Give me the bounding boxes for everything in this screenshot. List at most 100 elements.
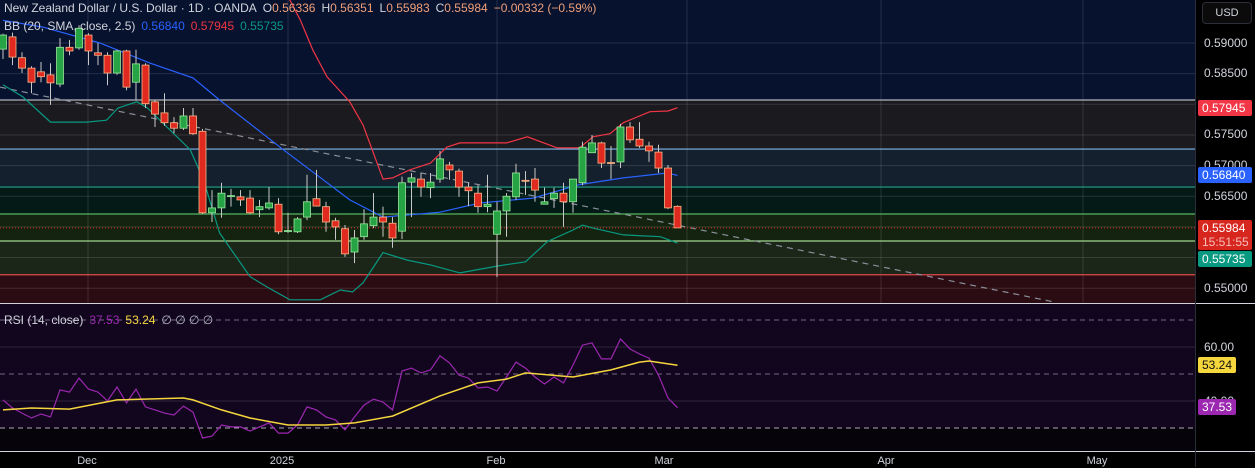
last-price: 0.55984 xyxy=(1202,221,1246,235)
price-zones xyxy=(0,100,1195,303)
candle-body xyxy=(369,216,378,227)
candle-body xyxy=(455,170,463,188)
candle-body xyxy=(227,195,235,198)
rsi-value: 37.53 xyxy=(89,313,120,327)
candle-body xyxy=(141,64,150,105)
candle-body xyxy=(445,164,454,171)
price-tick: 0.56500 xyxy=(1204,189,1248,203)
candle-body xyxy=(512,172,520,198)
candle xyxy=(198,128,207,215)
rsi-badge: 37.53 xyxy=(1198,399,1236,415)
candle-body xyxy=(312,198,321,207)
candle-body xyxy=(635,138,644,147)
candle-body xyxy=(417,178,425,188)
rsi-extra-values: ∅ ∅ ∅ ∅ xyxy=(161,313,214,327)
candle-body xyxy=(198,130,207,214)
candle-body xyxy=(398,182,406,232)
time-label: May xyxy=(1086,455,1108,467)
candle-body xyxy=(27,67,36,83)
rsi-label[interactable]: RSI (14, close) xyxy=(4,313,83,327)
candle-body xyxy=(664,167,672,209)
candle-body xyxy=(626,126,634,141)
symbol-title[interactable]: New Zealand Dollar / U.S. Dollar · 1D · … xyxy=(4,1,257,15)
candle-body xyxy=(645,145,653,152)
high-value: 0.56351 xyxy=(330,1,374,15)
candle-body xyxy=(493,210,501,235)
candle-body xyxy=(350,237,359,253)
axis-divider xyxy=(1196,303,1255,304)
candle-body xyxy=(569,178,577,203)
candle-body xyxy=(303,201,311,218)
change-value: −0.00332 (−0.59%) xyxy=(493,1,597,15)
candle-body xyxy=(170,122,178,129)
candle-body xyxy=(379,216,387,223)
candle xyxy=(113,49,121,75)
time-label: Mar xyxy=(654,455,674,467)
candle-body xyxy=(0,34,7,50)
candle-body xyxy=(559,192,568,203)
bb-basis-value: 0.56840 xyxy=(141,19,185,33)
price-axis[interactable]: USD 0.59000 0.58500 0.57500 0.57000 0.56… xyxy=(1195,0,1255,467)
candle-body xyxy=(360,223,368,238)
candle-body xyxy=(502,195,511,212)
currency-button[interactable]: USD xyxy=(1202,2,1252,24)
price-tick: 0.55000 xyxy=(1204,281,1248,295)
rsi-ma-badge: 53.24 xyxy=(1198,357,1236,373)
rsi-tick: 60.00 xyxy=(1204,340,1235,354)
candle xyxy=(673,205,682,229)
candle-body xyxy=(293,218,302,233)
price-tick: 0.59000 xyxy=(1204,36,1248,50)
rsi-ma-value: 53.24 xyxy=(125,313,156,327)
candle-body xyxy=(607,162,615,164)
time-label: 2025 xyxy=(269,455,295,467)
bb-basis-badge: 0.56840 xyxy=(1198,167,1252,183)
candle-body xyxy=(37,71,45,78)
candle-body xyxy=(474,192,482,208)
candle-body xyxy=(84,34,93,52)
candle-body xyxy=(255,206,264,211)
candle-body xyxy=(208,207,216,214)
candle-body xyxy=(550,192,558,200)
candle xyxy=(122,49,131,91)
candle-body xyxy=(616,126,625,163)
candle-body xyxy=(331,220,340,228)
candle-body xyxy=(322,206,330,223)
bb-upper-value: 0.57945 xyxy=(190,19,235,33)
candle-body xyxy=(151,101,159,115)
price-tick: 0.57500 xyxy=(1204,127,1248,141)
candle xyxy=(293,217,302,234)
candle-body xyxy=(246,197,254,214)
candle-body xyxy=(464,186,473,192)
bb-lower-badge: 0.55735 xyxy=(1198,251,1252,267)
price-chart[interactable] xyxy=(0,0,1195,451)
zone-fill xyxy=(0,187,1195,215)
candle xyxy=(578,141,587,186)
candle xyxy=(141,63,150,108)
candle-body xyxy=(388,222,397,239)
candle-body xyxy=(540,201,549,205)
candle-body xyxy=(588,142,596,154)
candle-body xyxy=(426,181,435,189)
candle-body xyxy=(160,112,169,124)
time-label: Feb xyxy=(486,455,506,467)
rsi-pane-lower-background xyxy=(0,428,1195,451)
candle-body xyxy=(407,177,416,183)
bar-countdown: 15:51:55 xyxy=(1202,235,1249,249)
candle-body xyxy=(673,205,682,229)
candle-body xyxy=(189,115,197,135)
candle-body xyxy=(113,50,121,74)
bb-upper-badge: 0.57945 xyxy=(1198,100,1252,116)
bb-label[interactable]: BB (20, SMA, close, 2.5) xyxy=(4,19,135,33)
bb-lower-value: 0.55735 xyxy=(240,19,284,33)
candle-body xyxy=(56,46,64,85)
candle-body xyxy=(654,151,663,169)
time-label: Dec xyxy=(77,455,97,467)
candle-body xyxy=(18,57,26,69)
candle-body xyxy=(132,63,140,83)
candle xyxy=(616,123,625,169)
candle-body xyxy=(65,46,74,52)
candle-body xyxy=(122,50,131,88)
candle-body xyxy=(578,146,587,184)
time-axis[interactable]: Dec 2025 Feb Mar Apr May xyxy=(0,451,1195,468)
candle-body xyxy=(531,178,539,191)
